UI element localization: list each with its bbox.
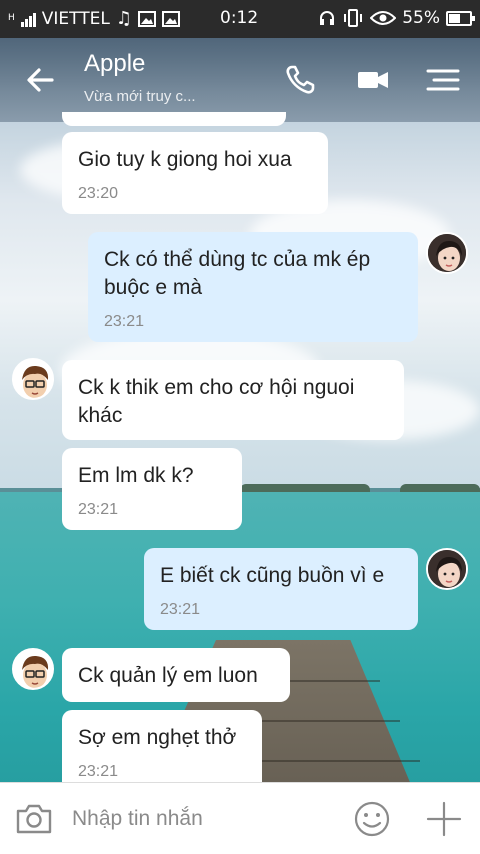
arrow-left-icon[interactable] (22, 62, 58, 98)
menu-icon[interactable] (426, 64, 460, 96)
clock: 0:12 (220, 8, 259, 28)
music-icon: ♫ (115, 8, 132, 29)
image-icon (138, 10, 156, 27)
contact-avatar[interactable] (12, 648, 54, 690)
island (240, 484, 370, 492)
my-avatar[interactable] (426, 548, 468, 590)
battery-level (449, 13, 460, 23)
message-text: Gio tuy k giong hoi xua (78, 148, 292, 171)
video-camera-icon[interactable] (356, 64, 390, 96)
smiley-icon[interactable] (352, 801, 392, 837)
message-input-bar: Nhập tin nhắn (0, 782, 480, 854)
message-bubble-incoming[interactable]: Gio tuy k giong hoi xua 23:20 (62, 132, 328, 214)
camera-icon[interactable] (14, 801, 54, 837)
message-bubble-incoming[interactable]: Em lm dk k? 23:21 (62, 448, 242, 530)
status-bar: H VIETTEL ♫ 0:12 55% (0, 0, 480, 38)
message-bubble-outgoing[interactable]: Ck có thể dùng tc của mk ép buộc e mà 23… (88, 232, 418, 342)
chat-header: Apple Vừa mới truy c... (0, 38, 480, 122)
message-bubble-incoming[interactable]: Ck quản lý em luon (62, 648, 290, 702)
signal-icon (20, 11, 36, 27)
plus-icon[interactable] (424, 801, 464, 837)
phone-icon[interactable] (284, 64, 318, 96)
headset-icon (320, 11, 335, 25)
eye-icon (370, 11, 397, 25)
contact-avatar[interactable] (12, 358, 54, 400)
island (400, 484, 480, 492)
message-time: 23:21 (78, 501, 119, 518)
contact-name[interactable]: Apple (84, 50, 145, 78)
network-type: H (8, 13, 15, 23)
message-text: Ck quản lý em luon (78, 664, 258, 687)
my-avatar[interactable] (426, 232, 468, 274)
battery-icon (446, 10, 475, 26)
image-icon (162, 10, 180, 27)
message-text: E biết ck cũng buồn vì e (160, 564, 385, 587)
message-bubble-partial (62, 112, 286, 126)
message-text: Ck có thể dùng tc của mk ép buộc e mà (104, 248, 371, 299)
message-bubble-outgoing[interactable]: E biết ck cũng buồn vì e 23:21 (144, 548, 418, 630)
vibrate-icon (344, 9, 363, 27)
battery-percent: 55% (402, 8, 440, 28)
message-time: 23:21 (104, 313, 145, 330)
message-time: 23:21 (160, 601, 201, 618)
message-bubble-incoming[interactable]: Ck k thik em cho cơ hội nguoi khác (62, 360, 404, 440)
carrier-name: VIETTEL (41, 8, 110, 29)
message-time: 23:20 (78, 185, 119, 202)
message-bubble-incoming[interactable]: Sợ em nghẹt thở 23:21 (62, 710, 262, 792)
message-text: Em lm dk k? (78, 464, 194, 487)
contact-status: Vừa mới truy c... (84, 88, 196, 105)
message-text: Sợ em nghẹt thở (78, 726, 237, 749)
message-input[interactable]: Nhập tin nhắn (72, 807, 203, 831)
message-time: 23:21 (78, 763, 119, 780)
message-text: Ck k thik em cho cơ hội nguoi khác (78, 376, 355, 427)
